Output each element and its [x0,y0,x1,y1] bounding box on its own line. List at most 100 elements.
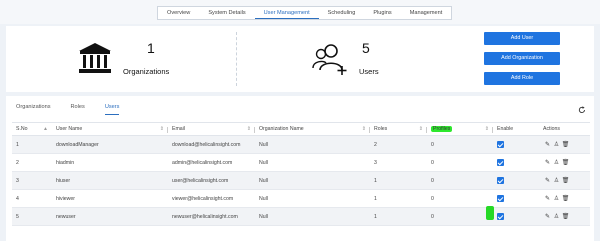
sort-icon[interactable]: ⇕ [160,126,164,132]
cell-username: newuser [52,207,168,226]
table-row: 3 hiuser user@helicalinsight.com Null 1 … [12,171,590,190]
subtab-roles[interactable]: Roles [71,104,85,115]
cell-sno: 2 [12,153,52,172]
cell-username: downloadManager [52,135,168,154]
tab-management[interactable]: Management [401,7,452,19]
cell-email: viewer@helicalinsight.com [168,189,255,208]
cell-email: newuser@helicalinsight.com [168,207,255,226]
cell-enable [493,207,539,226]
column-header-email[interactable]: Email ⇕ [168,122,255,136]
profiles-highlight: Profiles [431,126,453,132]
table-row: 1 downloadManager download@helicalinsigh… [12,135,590,154]
delete-icon[interactable]: 🗑 [561,195,570,202]
sort-icon[interactable]: ⇕ [419,126,423,132]
enable-checkbox[interactable] [497,141,504,148]
cell-organization: Null [255,135,370,154]
edit-icon[interactable]: ✎ [543,159,552,166]
refresh-icon[interactable] [578,106,586,114]
cell-username: hiviewer [52,189,168,208]
organizations-label: Organizations [123,67,170,76]
sort-icon[interactable]: ⇕ [247,126,251,132]
cell-sno: 5 [12,207,52,226]
column-header-enable: Enable [493,122,539,136]
tab-plugins[interactable]: Plugins [364,7,400,19]
edit-icon[interactable]: ✎ [543,177,552,184]
add-role-button[interactable]: Add Role [484,72,560,85]
cell-profiles: 0 [427,189,493,208]
users-count: 5 [362,40,370,56]
top-navigation: Overview System Details User Management … [0,0,600,24]
cell-roles: 1 [370,189,427,208]
cell-actions: ✎ ♙ 🗑 [539,171,590,190]
column-header-sno[interactable]: S.No ▲ [12,122,52,136]
stats-panel: 1 Organizations 5 Users Add User Add Org… [6,26,594,92]
cell-enable [493,153,539,172]
sort-icon[interactable]: ⇕ [362,126,366,132]
cell-email: download@helicalinsight.com [168,135,255,154]
cell-roles: 1 [370,207,427,226]
delete-icon[interactable]: 🗑 [561,159,570,166]
user-icon[interactable]: ♙ [552,195,561,202]
column-header-roles[interactable]: Roles ⇕ [370,122,427,136]
cell-username: hiadmin [52,153,168,172]
cell-sno: 3 [12,171,52,190]
tab-user-management[interactable]: User Management [254,7,319,19]
cell-profiles: 0 [427,171,493,190]
edit-icon[interactable]: ✎ [543,213,552,220]
cell-sno: 1 [12,135,52,154]
enable-checkbox[interactable] [497,213,504,220]
cell-sno: 4 [12,189,52,208]
users-label: Users [359,67,379,76]
cell-roles: 1 [370,171,427,190]
tab-overview[interactable]: Overview [158,7,199,19]
user-icon[interactable]: ♙ [552,177,561,184]
enable-checkbox[interactable] [497,195,504,202]
column-header-profiles[interactable]: Profiles ⇕ [427,122,493,136]
add-user-button[interactable]: Add User [484,32,560,45]
green-annotation-marker [486,206,494,220]
column-header-username[interactable]: User Name ⇕ [52,122,168,136]
cell-actions: ✎ ♙ 🗑 [539,207,590,226]
bank-icon [79,43,111,73]
table-row: 2 hiadmin admin@helicalinsight.com Null … [12,153,590,172]
cell-roles: 3 [370,153,427,172]
cell-actions: ✎ ♙ 🗑 [539,135,590,154]
delete-icon[interactable]: 🗑 [561,213,570,220]
enable-checkbox[interactable] [497,177,504,184]
cell-actions: ✎ ♙ 🗑 [539,189,590,208]
organizations-count: 1 [147,40,155,56]
table-row: 5 newuser newuser@helicalinsight.com Nul… [12,207,590,226]
user-icon[interactable]: ♙ [552,159,561,166]
cell-enable [493,189,539,208]
cell-enable [493,171,539,190]
edit-icon[interactable]: ✎ [543,141,552,148]
user-icon[interactable]: ♙ [552,141,561,148]
sort-icon[interactable]: ▲ [43,126,48,132]
cell-organization: Null [255,153,370,172]
tab-system-details[interactable]: System Details [199,7,254,19]
cell-profiles: 0 [427,153,493,172]
enable-checkbox[interactable] [497,159,504,166]
cell-organization: Null [255,171,370,190]
cell-username: hiuser [52,171,168,190]
delete-icon[interactable]: 🗑 [561,177,570,184]
cell-enable [493,135,539,154]
cell-profiles: 0 [427,135,493,154]
table-header-row: S.No ▲ User Name ⇕ Email ⇕ Organization Nam… [12,122,590,136]
subtab-organizations[interactable]: Organizations [16,104,51,115]
column-header-organization[interactable]: Organization Name ⇕ [255,122,370,136]
user-icon[interactable]: ♙ [552,213,561,220]
cell-email: admin@helicalinsight.com [168,153,255,172]
top-tab-bar: Overview System Details User Management … [157,6,453,20]
tab-scheduling[interactable]: Scheduling [319,7,365,19]
subtab-users[interactable]: Users [104,104,120,115]
cell-actions: ✎ ♙ 🗑 [539,153,590,172]
sub-tab-bar: Organizations Roles Users [16,104,139,115]
delete-icon[interactable]: 🗑 [561,141,570,148]
sort-icon[interactable]: ⇕ [485,126,489,132]
add-organization-button[interactable]: Add Organization [484,52,560,65]
cell-organization: Null [255,189,370,208]
edit-icon[interactable]: ✎ [543,195,552,202]
cell-email: user@helicalinsight.com [168,171,255,190]
cell-profiles: 0 [427,207,493,226]
